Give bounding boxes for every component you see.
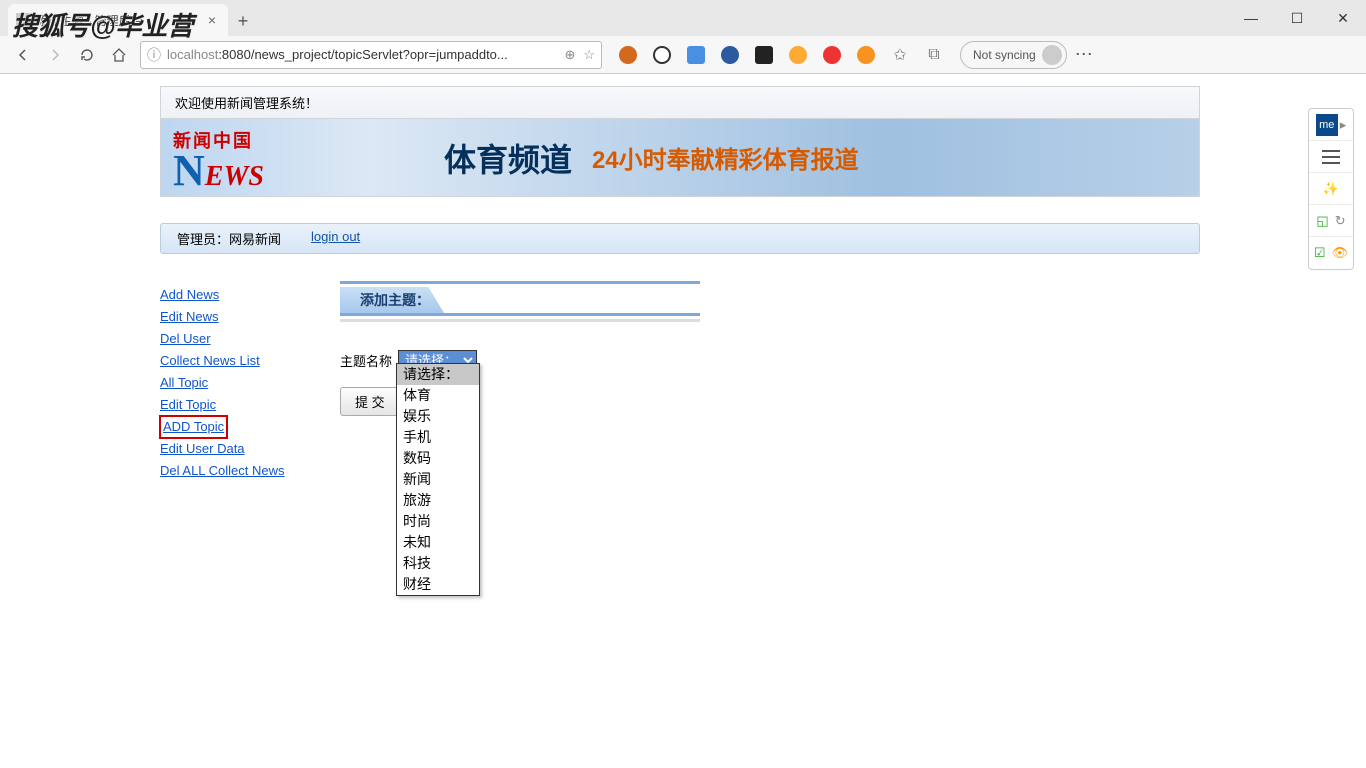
extension-icon[interactable] — [850, 41, 882, 69]
logo-en-text: NEWS — [173, 153, 264, 188]
sidebar-item-add-news[interactable]: Add News — [160, 284, 340, 306]
browser-nav-bar: ⓘ localhost :8080/news_project/topicServ… — [0, 36, 1366, 74]
tab-title: 添加主题 - 管理后台 — [36, 12, 204, 29]
new-tab-button[interactable]: + — [228, 6, 258, 36]
topic-dropdown-list[interactable]: 请选择： 体育 娱乐 手机 数码 新闻 旅游 时尚 未知 科技 财经 — [396, 363, 480, 596]
extension-icon[interactable] — [714, 41, 746, 69]
extension-icon[interactable] — [748, 41, 780, 69]
sidebar-item-add-topic[interactable]: ADD Topic — [160, 416, 227, 438]
window-close-button[interactable]: ✕ — [1320, 0, 1366, 36]
sidebar-item-del-all-collect-news[interactable]: Del ALL Collect News — [160, 460, 340, 482]
dropdown-option[interactable]: 娱乐 — [397, 406, 479, 427]
extension-icon[interactable] — [816, 41, 848, 69]
dropdown-option[interactable]: 手机 — [397, 427, 479, 448]
site-banner: 新闻中国 NEWS 体育频道 24小时奉献精彩体育报道 — [160, 119, 1200, 197]
devtools-sidebar: me▸ ✨ ◱↻ ☑👁 — [1308, 108, 1354, 270]
menu-icon[interactable] — [1309, 141, 1353, 173]
favorites-icon[interactable]: ✩ — [884, 41, 916, 69]
site-info-icon[interactable]: ⓘ — [147, 45, 161, 65]
sidebar-item-edit-news[interactable]: Edit News — [160, 306, 340, 328]
form-area: 添加主题： 主题名称 请选择： 提 交 请选择： 体育 娱乐 手机 数码 新闻 … — [340, 284, 1200, 482]
page-container: 欢迎使用新闻管理系统！ 新闻中国 NEWS 体育频道 24小时奉献精彩体育报道 … — [160, 86, 1200, 482]
site-logo: 新闻中国 NEWS — [173, 127, 264, 188]
dropdown-option[interactable]: 数码 — [397, 448, 479, 469]
dropdown-option[interactable]: 科技 — [397, 553, 479, 574]
avatar-icon — [1042, 45, 1062, 65]
extension-icon[interactable] — [782, 41, 814, 69]
extensions-area: ✩ ⧉ — [612, 41, 950, 69]
tab-close-icon[interactable]: × — [204, 10, 220, 30]
dropdown-option[interactable]: 旅游 — [397, 490, 479, 511]
collections-icon[interactable]: ⧉ — [918, 41, 950, 69]
window-minimize-button[interactable]: — — [1228, 0, 1274, 36]
cast-icon[interactable]: ◱↻ — [1309, 205, 1353, 237]
wand-icon[interactable]: ✨ — [1309, 173, 1353, 205]
dropdown-option[interactable]: 财经 — [397, 574, 479, 595]
extension-icon[interactable] — [646, 41, 678, 69]
sidebar-item-edit-user-data[interactable]: Edit User Data — [160, 438, 340, 460]
sync-label: Not syncing — [973, 48, 1036, 62]
zoom-icon[interactable]: ⊕ — [564, 47, 575, 63]
admin-bar: 管理员：网易新闻 login out — [160, 223, 1200, 254]
favicon — [16, 13, 30, 27]
me-badge[interactable]: me▸ — [1309, 109, 1353, 141]
section-title: 添加主题： — [340, 287, 444, 313]
profile-button[interactable]: Not syncing — [960, 41, 1067, 69]
admin-label: 管理员：网易新闻 — [177, 229, 281, 248]
refresh-button[interactable] — [72, 40, 102, 70]
extension-icon[interactable] — [680, 41, 712, 69]
sidebar-item-edit-topic[interactable]: Edit Topic — [160, 394, 340, 416]
favorite-icon[interactable]: ☆ — [583, 47, 595, 63]
dropdown-option[interactable]: 请选择： — [397, 364, 479, 385]
home-button[interactable] — [104, 40, 134, 70]
admin-sidebar: Add News Edit News Del User Collect News… — [160, 284, 340, 482]
banner-channel: 体育频道 — [444, 135, 572, 181]
url-path: :8080/news_project/topicServlet?opr=jump… — [218, 47, 556, 62]
extension-icon[interactable] — [612, 41, 644, 69]
eye-icon[interactable]: ☑👁 — [1309, 237, 1353, 269]
back-button[interactable] — [8, 40, 38, 70]
dropdown-option[interactable]: 新闻 — [397, 469, 479, 490]
banner-slogan: 24小时奉献精彩体育报道 — [592, 140, 859, 175]
browser-tab[interactable]: 添加主题 - 管理后台 × — [8, 4, 228, 36]
sidebar-item-del-user[interactable]: Del User — [160, 328, 340, 350]
forward-button[interactable] — [40, 40, 70, 70]
submit-button[interactable]: 提 交 — [340, 387, 400, 416]
dropdown-option[interactable]: 体育 — [397, 385, 479, 406]
logout-link[interactable]: login out — [311, 229, 360, 248]
sidebar-item-collect-news-list[interactable]: Collect News List — [160, 350, 340, 372]
sidebar-item-all-topic[interactable]: All Topic — [160, 372, 340, 394]
browser-tab-strip: 添加主题 - 管理后台 × + — ☐ ✕ — [0, 0, 1366, 36]
welcome-message: 欢迎使用新闻管理系统！ — [160, 86, 1200, 119]
more-menu-button[interactable]: ⋯ — [1069, 40, 1099, 70]
dropdown-option[interactable]: 时尚 — [397, 511, 479, 532]
dropdown-option[interactable]: 未知 — [397, 532, 479, 553]
window-maximize-button[interactable]: ☐ — [1274, 0, 1320, 36]
field-label-topic-name: 主题名称 — [340, 351, 392, 370]
address-bar[interactable]: ⓘ localhost :8080/news_project/topicServ… — [140, 41, 602, 69]
url-host: localhost — [167, 47, 218, 62]
